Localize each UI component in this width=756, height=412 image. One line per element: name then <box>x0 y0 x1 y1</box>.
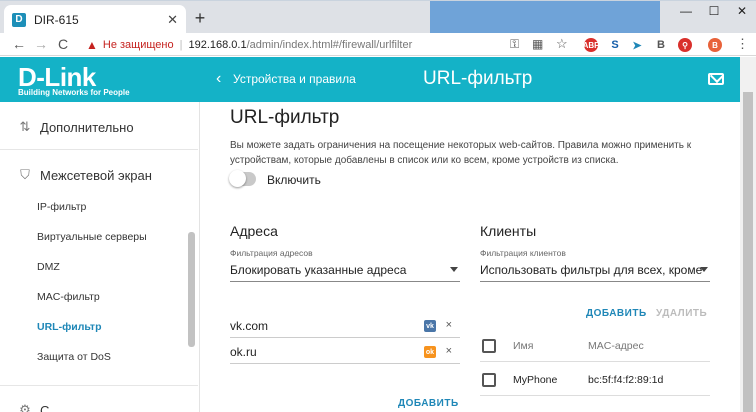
sidebar: D-Link Building Networks for People ⇅ До… <box>0 57 200 412</box>
sidebar-scrollbar[interactable] <box>188 232 195 347</box>
address-filter-value: Блокировать указанные адреса <box>230 263 407 277</box>
sidebar-section-firewall[interactable]: ⛉ Межсетевой экран <box>18 167 152 183</box>
clients-heading: Клиенты <box>480 223 537 239</box>
delete-address-button[interactable]: × <box>446 345 452 357</box>
client-name: MyPhone <box>513 374 558 386</box>
url-separator: | <box>179 38 183 51</box>
row-checkbox[interactable] <box>482 373 496 387</box>
table-row[interactable]: MyPhone bc:5f:f4:f2:89:1d <box>480 364 710 396</box>
dropdown-arrow-icon <box>700 267 708 272</box>
close-window-button[interactable]: ✕ <box>728 1 756 23</box>
mail-icon[interactable] <box>708 73 724 85</box>
delete-client-button[interactable]: УДАЛИТЬ <box>656 308 707 319</box>
client-filter-value: Использовать фильтры для всех, кроме <box>480 263 703 277</box>
logo-area: D-Link Building Networks for People <box>0 57 200 102</box>
maximize-button[interactable]: ☐ <box>700 1 728 23</box>
delete-address-button[interactable]: × <box>446 319 452 331</box>
address-url: vk.com <box>230 319 269 333</box>
back-chevron-icon[interactable]: ‹ <box>216 70 221 88</box>
page-scrollbar[interactable] <box>740 57 756 412</box>
url-host: 192.168.0.1 <box>188 38 247 51</box>
bookmark-star-icon[interactable]: ☆ <box>556 36 568 52</box>
dlink-tagline: Building Networks for People <box>18 88 130 97</box>
router-page: D-Link Building Networks for People ⇅ До… <box>0 57 756 412</box>
address-item-vk[interactable]: vk.com vk × <box>230 314 460 338</box>
new-tab-button[interactable]: + <box>190 9 210 29</box>
blocker-extension-icon[interactable]: ⚲ <box>678 38 692 52</box>
adblock-extension-icon[interactable]: ABP <box>583 38 599 52</box>
shield-icon: ⛉ <box>20 167 30 182</box>
sliders-icon: ⇅ <box>19 119 31 134</box>
select-all-checkbox[interactable] <box>482 339 496 353</box>
minimize-button[interactable]: — <box>672 1 700 23</box>
dlink-favicon-icon: D <box>12 12 26 27</box>
sidebar-section-label: Межсетевой экран <box>40 167 152 183</box>
sidebar-section-label: С <box>40 402 50 412</box>
add-client-button[interactable]: ДОБАВИТЬ <box>586 308 647 319</box>
clients-table-header: Имя MAC-адрес <box>480 330 710 362</box>
key-icon[interactable]: ⚿ <box>510 37 519 52</box>
toggle-knob[interactable] <box>229 170 246 187</box>
divider <box>0 385 198 386</box>
forward-arrow-icon[interactable]: → <box>30 36 52 52</box>
page-header: ‹ Устройства и правила URL-фильтр <box>200 57 740 102</box>
url-path: /admin/index.html#/firewall/urlfilter <box>246 38 413 51</box>
browser-toolbar: ← → C ▲ Не защищено | 192.168.0.1 /admin… <box>0 33 756 56</box>
content-title: URL-фильтр <box>230 107 340 128</box>
vk-icon: vk <box>424 320 436 332</box>
address-filter-label: Фильтрация адресов <box>230 248 313 258</box>
sidebar-section-advanced[interactable]: ⇅ Дополнительно <box>18 119 134 135</box>
address-filter-select[interactable]: Блокировать указанные адреса <box>230 260 460 282</box>
sidebar-item-dmz[interactable]: DMZ <box>37 261 60 273</box>
client-filter-label: Фильтрация клиентов <box>480 248 566 258</box>
add-address-button[interactable]: ДОБАВИТЬ <box>398 398 459 409</box>
back-arrow-icon[interactable]: ← <box>8 36 30 52</box>
ok-icon: ok <box>424 346 436 358</box>
breadcrumb[interactable]: Устройства и правила <box>233 72 356 86</box>
client-mac: bc:5f:f4:f2:89:1d <box>588 374 664 386</box>
column-header-name: Имя <box>513 340 534 352</box>
page-title: URL-фильтр <box>423 68 533 89</box>
s-extension-icon[interactable]: S <box>608 38 622 52</box>
divider <box>0 149 198 150</box>
address-url: ok.ru <box>230 345 257 359</box>
warning-icon[interactable]: ▲ <box>86 38 98 52</box>
column-header-mac: MAC-адрес <box>588 340 644 352</box>
profile-avatar[interactable]: B <box>708 38 722 52</box>
sidebar-item-url-filter[interactable]: URL-фильтр <box>37 321 101 333</box>
insecure-label[interactable]: Не защищено <box>103 39 174 51</box>
background-window <box>430 1 660 34</box>
bookmark-extension-icon[interactable]: B <box>654 38 668 52</box>
enable-toggle-label[interactable]: Включить <box>267 173 321 187</box>
translate-icon[interactable]: ▦ <box>532 37 543 51</box>
reload-icon[interactable]: C <box>52 36 74 52</box>
main-content: URL-фильтр Вы можете задать ограничения … <box>200 102 740 412</box>
scrollbar-thumb[interactable] <box>743 92 753 412</box>
sidebar-item-dos-protection[interactable]: Защита от DoS <box>37 351 111 363</box>
content-description: Вы можете задать ограничения на посещени… <box>230 140 692 166</box>
gear-icon: ⚙ <box>19 402 31 412</box>
sidebar-item-virtual-servers[interactable]: Виртуальные серверы <box>37 231 147 243</box>
menu-dots-icon[interactable]: ⋮ <box>736 36 749 52</box>
close-tab-icon[interactable]: ✕ <box>167 12 178 28</box>
enable-toggle[interactable] <box>229 170 256 187</box>
send-extension-icon[interactable]: ➤ <box>630 38 644 52</box>
browser-tabbar: D DIR-615 ✕ + — ☐ ✕ <box>0 0 756 34</box>
browser-tab[interactable]: D DIR-615 ✕ <box>4 5 186 34</box>
dropdown-arrow-icon <box>450 267 458 272</box>
sidebar-item-mac-filter[interactable]: MAC-фильтр <box>37 291 100 303</box>
tab-title: DIR-615 <box>34 12 79 27</box>
address-bar[interactable]: ▲ Не защищено | 192.168.0.1 /admin/index… <box>86 34 576 55</box>
client-filter-select[interactable]: Использовать фильтры для всех, кроме <box>480 260 710 282</box>
sidebar-item-ip-filter[interactable]: IP-фильтр <box>37 201 86 213</box>
address-item-ok[interactable]: ok.ru ok × <box>230 340 460 364</box>
sidebar-section-label: Дополнительно <box>40 119 134 135</box>
screen: D DIR-615 ✕ + — ☐ ✕ ← → C ▲ Не защищено … <box>0 0 756 412</box>
addresses-heading: Адреса <box>230 223 278 239</box>
sidebar-section-next[interactable]: ⚙ С <box>18 402 49 412</box>
